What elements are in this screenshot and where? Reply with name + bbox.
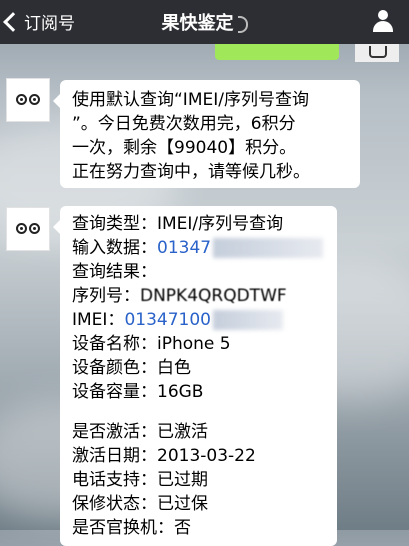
nav-bar: 订阅号 果快鉴定 bbox=[0, 0, 409, 44]
message-line: ”。今日免费次数用完，6积分 bbox=[72, 114, 296, 134]
activated: 是否激活：已激活 bbox=[72, 422, 208, 442]
input-data-row: 输入数据：01347 bbox=[72, 236, 325, 260]
chat-title-text: 果快鉴定 bbox=[161, 13, 234, 34]
replaced-device: 是否官换机：否 bbox=[72, 518, 191, 538]
serial-label: 序列号： bbox=[72, 286, 140, 306]
phone-support: 电话支持：已过期 bbox=[72, 470, 208, 490]
sent-message-bubble[interactable] bbox=[215, 44, 339, 60]
serial-row: 序列号：DNPK4QRQDTWF bbox=[72, 284, 325, 308]
imei-value-link[interactable]: 01347100 bbox=[124, 310, 211, 330]
device-color: 设备颜色：白色 bbox=[72, 358, 191, 378]
serial-value: DNPK4QRQDTWF bbox=[140, 286, 287, 306]
chat-title: 果快鉴定 bbox=[0, 9, 409, 35]
warranty-status: 保修状态：已过保 bbox=[72, 494, 208, 514]
result-label: 查询结果： bbox=[72, 262, 157, 282]
input-label: 输入数据： bbox=[72, 238, 157, 258]
profile-icon[interactable] bbox=[371, 10, 395, 34]
self-avatar[interactable] bbox=[355, 44, 399, 62]
message-bubble-status[interactable]: 使用默认查询“IMEI/序列号查询 ”。今日免费次数用完，6积分 一次，剩余【9… bbox=[53, 80, 360, 188]
imei-row: IMEI：01347100 bbox=[72, 308, 325, 332]
redaction-blur bbox=[213, 238, 324, 258]
device-capacity: 设备容量：16GB bbox=[72, 382, 204, 402]
bot-avatar[interactable] bbox=[6, 78, 50, 122]
device-name: 设备名称：iPhone 5 bbox=[72, 334, 231, 354]
query-type: 查询类型：IMEI/序列号查询 bbox=[72, 214, 284, 234]
message-bubble-result[interactable]: 查询类型：IMEI/序列号查询 输入数据：01347 查询结果： 序列号：DNP… bbox=[53, 206, 337, 546]
redaction-blur bbox=[212, 310, 283, 330]
activation-date: 激活日期：2013-03-22 bbox=[72, 446, 256, 466]
imei-label: IMEI： bbox=[72, 310, 125, 330]
ear-icon bbox=[237, 15, 248, 33]
input-value-link[interactable]: 01347 bbox=[157, 238, 211, 258]
message-line: 正在努力查询中，请等候几秒。 bbox=[72, 162, 310, 182]
message-line: 一次，剩余【99040】积分。 bbox=[72, 138, 297, 158]
message-line: 使用默认查询“IMEI/序列号查询 bbox=[72, 90, 309, 110]
bot-avatar[interactable] bbox=[6, 207, 50, 251]
